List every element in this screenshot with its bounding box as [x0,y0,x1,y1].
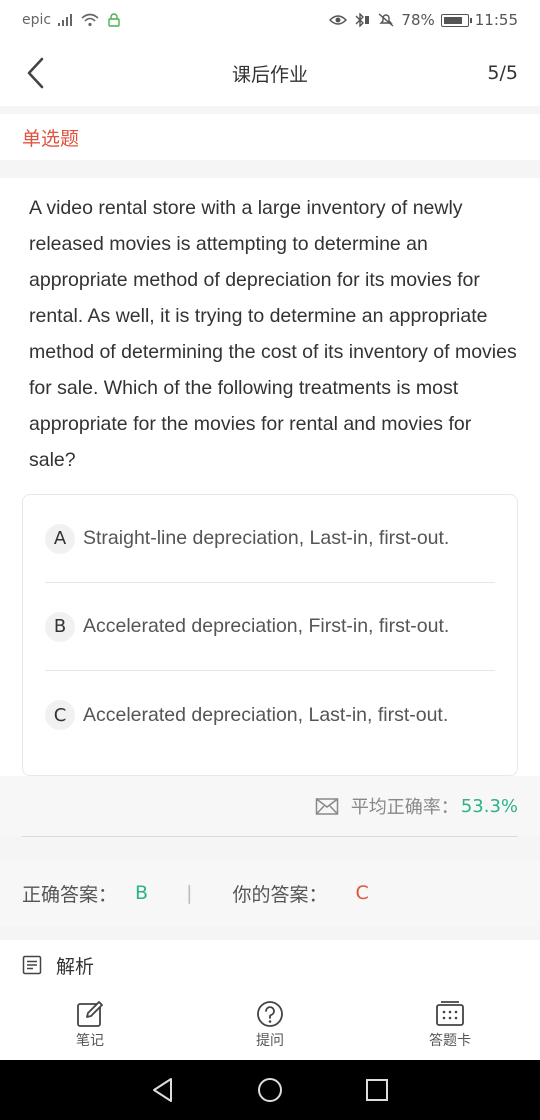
wifi-icon [81,13,99,27]
question-type-bar: 单选题 [0,114,540,160]
option-letter: A [45,523,75,554]
option-c[interactable]: C Accelerated depreciation, Last-in, fir… [45,671,495,759]
option-b[interactable]: B Accelerated depreciation, First-in, fi… [45,583,495,671]
triangle-back-icon [153,1078,173,1102]
back-arrow-icon[interactable] [22,56,52,90]
option-a[interactable]: A Straight-line depreciation, Last-in, f… [45,495,495,583]
option-text: Straight-line depreciation, Last-in, fir… [83,527,450,549]
option-text: Accelerated depreciation, Last-in, first… [83,703,449,726]
answer-separator: | [186,882,193,904]
analysis-label: 解析 [56,955,95,978]
question-progress: 5/5 [487,62,518,84]
circle-home-icon [257,1078,282,1102]
system-recents-button[interactable] [362,1075,392,1105]
analysis-toggle[interactable]: 解析 [0,940,540,990]
bluetooth-vibrate-icon [355,13,370,27]
your-answer-label: 你的答案： [232,883,328,906]
signal-icon [58,14,73,26]
your-answer-value: C [355,882,369,904]
options-list: A Straight-line depreciation, Last-in, f… [22,494,518,776]
tab-ask[interactable]: 提问 [180,990,360,1060]
accuracy-value: 53.3% [460,795,518,817]
system-back-button[interactable] [148,1075,178,1105]
option-letter: B [45,611,75,642]
option-letter: C [45,700,75,730]
tab-label: 答题卡 [429,1033,471,1049]
square-recents-icon [365,1079,388,1101]
system-home-button[interactable] [255,1075,285,1105]
page-title: 课后作业 [231,63,308,86]
analysis-doc-icon [22,955,42,975]
system-nav-bar [0,1060,540,1120]
answer-card-icon [436,1001,464,1026]
tab-label: 提问 [256,1033,284,1049]
correct-answer-label: 正确答案： [22,883,118,906]
question-icon [257,1001,283,1027]
answer-row: 正确答案： B | 你的答案： C [0,860,540,926]
tab-label: 笔记 [76,1033,104,1049]
battery-percent: 78% [401,11,435,29]
divider [22,836,518,837]
battery-icon [440,13,472,27]
tab-answer-card[interactable]: 答题卡 [360,990,540,1060]
carrier-name: epic [22,12,52,28]
option-text: Accelerated depreciation, First-in, firs… [83,615,450,637]
mute-icon [378,13,394,27]
eye-icon [329,15,348,25]
bottom-tab-bar: 笔记 提问 答题卡 [0,990,540,1060]
question-type-label: 单选题 [22,127,80,150]
question-text: A video rental store with a large invent… [29,197,517,471]
tab-notes[interactable]: 笔记 [0,990,180,1060]
lock-app-icon [108,13,120,27]
note-edit-icon [77,1001,103,1027]
accuracy-label: 平均正确率： [350,797,459,818]
mail-icon [315,798,339,815]
correct-answer-value: B [135,882,149,904]
nav-bar: 课后作业 5/5 [0,40,540,106]
clock: 11:55 [474,11,518,29]
status-bar: epic 78% 11:55 [0,0,540,40]
accuracy-row: 平均正确率： 53.3% [0,776,540,836]
